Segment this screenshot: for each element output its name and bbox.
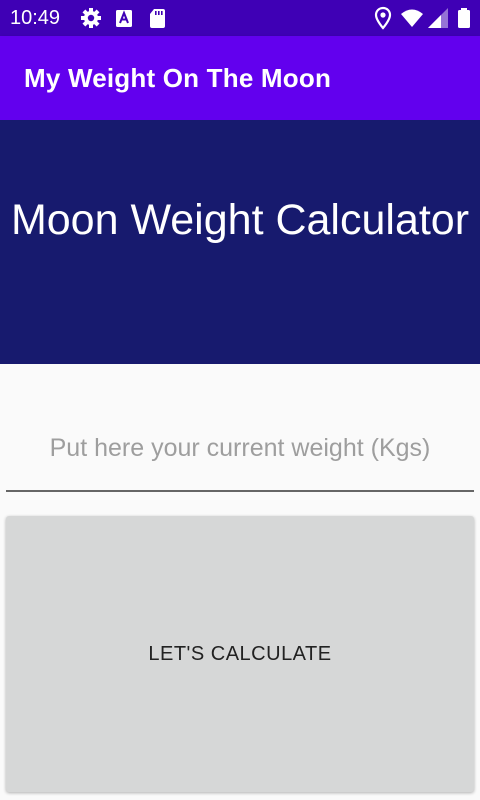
location-pin-icon — [371, 6, 395, 30]
battery-icon — [452, 6, 476, 30]
hero-title: Moon Weight Calculator — [10, 196, 470, 244]
gear-icon — [79, 6, 103, 30]
app-bar: My Weight On The Moon — [0, 36, 480, 120]
hero-banner: Moon Weight Calculator — [0, 120, 480, 364]
app-title: My Weight On The Moon — [24, 63, 332, 93]
status-time: 10:49 — [10, 7, 61, 29]
accessibility-a-icon — [112, 6, 136, 30]
status-bar: 10:49 — [0, 0, 480, 36]
signal-icon — [426, 6, 450, 30]
sd-card-icon — [145, 6, 169, 30]
calculate-button[interactable]: LET'S CALCULATE — [6, 516, 474, 792]
weight-input[interactable] — [6, 406, 474, 492]
wifi-icon — [400, 6, 424, 30]
